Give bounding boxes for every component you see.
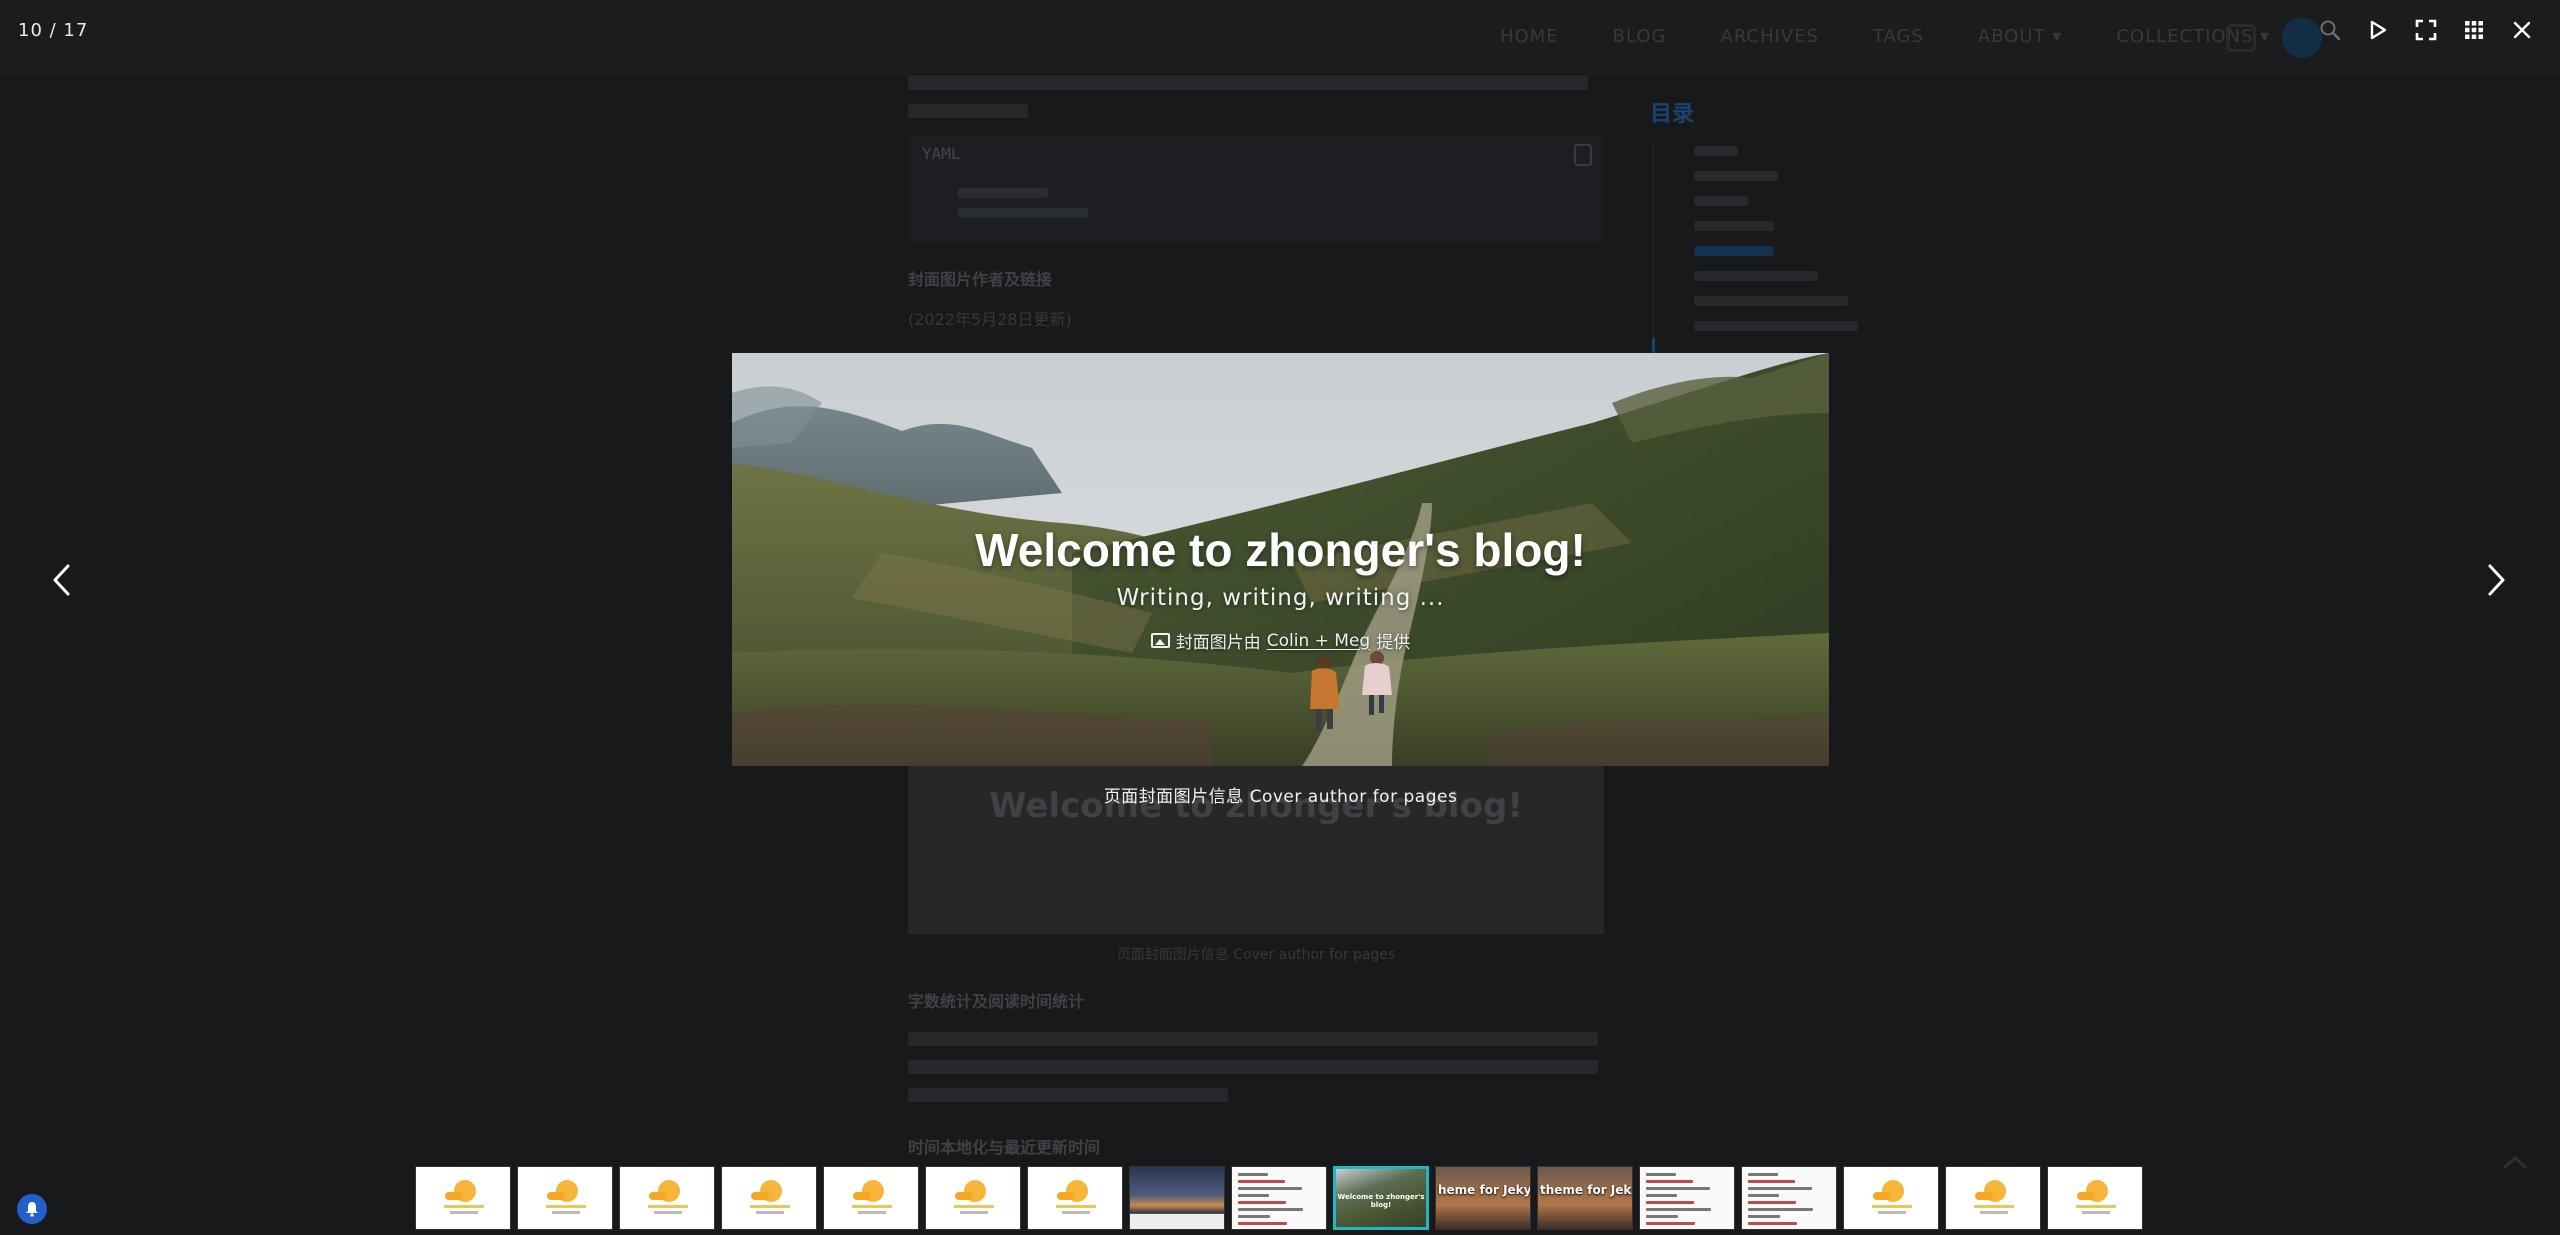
fullscreen-icon[interactable]: [2402, 0, 2450, 60]
thumbnail-strip: Welcome to zhonger's blog! heme for Jekyl…: [415, 1166, 2143, 1230]
thumbnail[interactable]: [1639, 1166, 1735, 1230]
bg-figure-caption: 页面封面图片信息 Cover author for pages: [1116, 947, 1396, 963]
thumbnail[interactable]: [925, 1166, 1021, 1230]
thumbnail[interactable]: heme for Jekyll: [1435, 1166, 1531, 1230]
thumbnail[interactable]: [1231, 1166, 1327, 1230]
thumb-active-title: Welcome to zhonger's blog!: [1337, 1193, 1425, 1209]
background-nav: HOME BLOG ARCHIVES TAGS ABOUT ▾ COLLECTI…: [1500, 26, 2270, 47]
toc-item: [1694, 321, 1858, 331]
toc-item-active: [1694, 246, 1774, 256]
lightbox-root: { "viewer": { "counter": "10 / 17", "sli…: [0, 0, 2560, 1235]
credit-suffix: 提供: [1376, 633, 1411, 653]
slide-hero-title: Welcome to zhonger's blog!: [975, 524, 1586, 576]
loading-cat-icon: [445, 1180, 476, 1202]
loading-cat-icon: [955, 1180, 986, 1202]
bg-nav-archives: ARCHIVES: [1720, 26, 1819, 47]
toc-item: [1694, 196, 1748, 206]
viewer-toolbar: [2306, 0, 2560, 60]
slide-caption: 页面封面图片信息 Cover author for pages: [1103, 787, 1458, 807]
loading-cat-icon: [853, 1180, 884, 1202]
bg-text-line: [908, 1088, 1228, 1102]
next-arrow-icon[interactable]: [2466, 550, 2526, 610]
thumbnail[interactable]: [1129, 1166, 1225, 1230]
copy-icon: [1574, 144, 1592, 166]
scroll-to-top-icon[interactable]: [2500, 1152, 2530, 1172]
thumbnail[interactable]: theme for Jekyll: [1537, 1166, 1633, 1230]
robot-icon: [2226, 24, 2256, 52]
previous-arrow-icon[interactable]: [32, 550, 92, 610]
thumbnail[interactable]: [619, 1166, 715, 1230]
bg-text-line: [908, 1032, 1598, 1046]
close-icon[interactable]: [2498, 0, 2546, 60]
bg-text-line: [908, 104, 1028, 118]
current-slide-image: Welcome to zhonger's blog! Writing, writ…: [732, 353, 1829, 766]
code-line: [958, 188, 1048, 198]
toc-item: [1694, 146, 1738, 156]
thumb-banner-text: theme for Jekyll: [1540, 1183, 1632, 1197]
thumbnail[interactable]: [721, 1166, 817, 1230]
code-lang-label: YAML: [922, 144, 961, 163]
bg-nav-tags: TAGS: [1872, 26, 1924, 47]
loading-cat-icon: [649, 1180, 680, 1202]
background-code-block: YAML: [908, 136, 1604, 244]
bg-nav-about: ABOUT ▾: [1977, 26, 2063, 47]
image-icon: [1150, 633, 1170, 648]
thumbnail[interactable]: [2047, 1166, 2143, 1230]
toc-item: [1694, 221, 1774, 231]
grid-icon[interactable]: [2450, 0, 2498, 60]
bg-heading-cover-author: 封面图片作者及链接: [908, 270, 1053, 289]
search-icon[interactable]: [2306, 0, 2354, 60]
bg-nav-blog: BLOG: [1612, 26, 1667, 47]
background-toc: 目录: [1650, 96, 1858, 442]
loading-cat-icon: [1057, 1180, 1088, 1202]
toc-item: [1694, 171, 1778, 181]
bg-text-line: [908, 76, 1588, 90]
thumbnail[interactable]: [1945, 1166, 2041, 1230]
toc-item: [1694, 296, 1848, 306]
thumbnail[interactable]: [517, 1166, 613, 1230]
thumbnail[interactable]: [1741, 1166, 1837, 1230]
thumbnail[interactable]: [415, 1166, 511, 1230]
bg-heading-time: 时间本地化与最近更新时间: [908, 1138, 1101, 1157]
notification-bell-icon[interactable]: [17, 1194, 47, 1224]
bg-date-note: (2022年5月28日更新): [908, 310, 1072, 329]
loading-cat-icon: [547, 1180, 578, 1202]
slide-counter: 10 / 17: [18, 20, 89, 41]
credit-prefix: 封面图片由: [1175, 633, 1261, 653]
loading-cat-icon: [1873, 1180, 1904, 1202]
loading-cat-icon: [1975, 1180, 2006, 1202]
background-header: HOME BLOG ARCHIVES TAGS ABOUT ▾ COLLECTI…: [0, 0, 2560, 76]
loading-cat-icon: [751, 1180, 782, 1202]
thumbnail[interactable]: [1843, 1166, 1939, 1230]
bg-nav-home: HOME: [1500, 26, 1559, 47]
bg-text-line: [908, 1060, 1598, 1074]
loading-cat-icon: [2077, 1180, 2108, 1202]
thumbnail[interactable]: [823, 1166, 919, 1230]
toc-item: [1694, 271, 1818, 281]
play-icon[interactable]: [2354, 0, 2402, 60]
thumbnail[interactable]: [1027, 1166, 1123, 1230]
toc-title: 目录: [1650, 102, 1695, 127]
bg-heading-wordcount: 字数统计及阅读时间统计: [908, 992, 1085, 1011]
thumb-banner-text: heme for Jekyll: [1438, 1183, 1531, 1197]
code-line: [958, 208, 1088, 218]
slide-cover-credit: 封面图片由 Colin + Meg 提供: [732, 628, 1829, 653]
credit-author-link[interactable]: Colin + Meg: [1267, 631, 1370, 651]
thumbnail-active[interactable]: Welcome to zhonger's blog!: [1333, 1166, 1429, 1230]
slide-hero-subtitle: Writing, writing, writing ...: [1116, 585, 1445, 611]
